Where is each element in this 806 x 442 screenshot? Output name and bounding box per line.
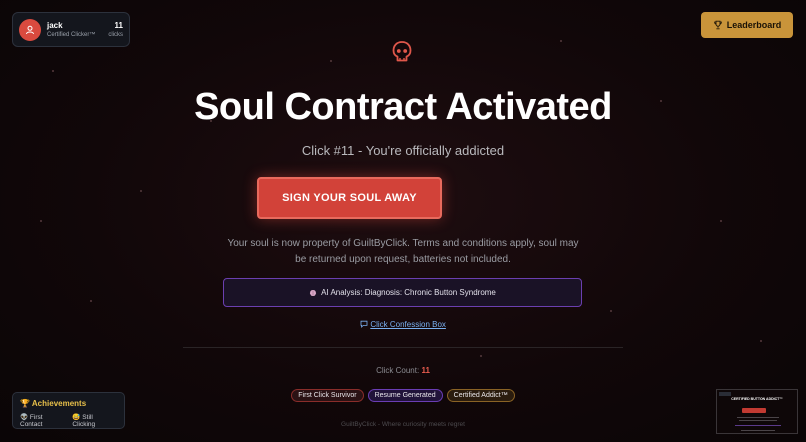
user-title: Certified Clicker™ — [47, 32, 96, 38]
click-subtitle: Click #11 - You're officially addicted — [301, 143, 505, 158]
page-title: Soul Contract Activated — [194, 86, 612, 128]
leaderboard-button[interactable]: Leaderboard — [701, 12, 793, 38]
ai-analysis-box: AI Analysis: Diagnosis: Chronic Button S… — [223, 278, 582, 307]
user-clicks-label: clicks — [108, 32, 123, 38]
thumbnail-button — [742, 408, 766, 413]
badge: Resume Generated — [367, 389, 443, 402]
avatar — [19, 18, 41, 41]
user-name: jack — [47, 21, 63, 30]
divider — [183, 347, 623, 348]
click-count-label: Click Count: — [376, 366, 420, 375]
click-count-value: 11 — [421, 366, 430, 375]
thumbnail-line — [739, 420, 777, 421]
sign-soul-button[interactable]: SIGN YOUR SOUL AWAY — [257, 177, 442, 219]
achievements-panel[interactable]: 🏆 Achievements 👽 First Contact 😅 Still C… — [12, 392, 125, 429]
trophy-icon — [713, 20, 722, 30]
badge: First Click Survivor — [291, 389, 364, 402]
click-count: Click Count: 11 — [0, 366, 806, 375]
thumbnail-line — [735, 425, 781, 426]
alien-icon: 👽 — [20, 414, 29, 421]
preview-thumbnail[interactable]: CERTIFIED BUTTON ADDICT™ — [716, 389, 798, 434]
thumbnail-line — [741, 430, 775, 431]
thumbnail-line — [737, 417, 779, 418]
confession-link-text: Click Confession Box — [370, 320, 446, 329]
trophy-icon: 🏆 — [20, 399, 30, 408]
chat-bubble-icon — [360, 320, 368, 328]
user-icon — [26, 25, 34, 34]
confession-box-link[interactable]: Click Confession Box — [0, 320, 806, 329]
thumbnail-title: CERTIFIED BUTTON ADDICT™ — [731, 397, 783, 401]
thumbnail-user-card — [719, 392, 731, 396]
contract-description: Your soul is now property of GuiltByClic… — [227, 238, 579, 265]
user-card[interactable]: jack Certified Clicker™ 11 clicks — [12, 12, 130, 47]
smiley-icon: 😅 — [72, 414, 81, 421]
leaderboard-label: Leaderboard — [726, 20, 782, 30]
achievements-title: Achievements — [31, 399, 87, 408]
ai-analysis-text: AI Analysis: Diagnosis: Chronic Button S… — [321, 288, 496, 297]
brain-icon — [310, 289, 317, 296]
user-click-count: 11 — [114, 21, 123, 30]
achievement-item: 😅 Still Clicking — [72, 413, 117, 428]
achievement-item: 👽 First Contact — [20, 413, 66, 428]
badge: Certified Addict™ — [446, 389, 515, 402]
skull-icon — [392, 41, 412, 62]
